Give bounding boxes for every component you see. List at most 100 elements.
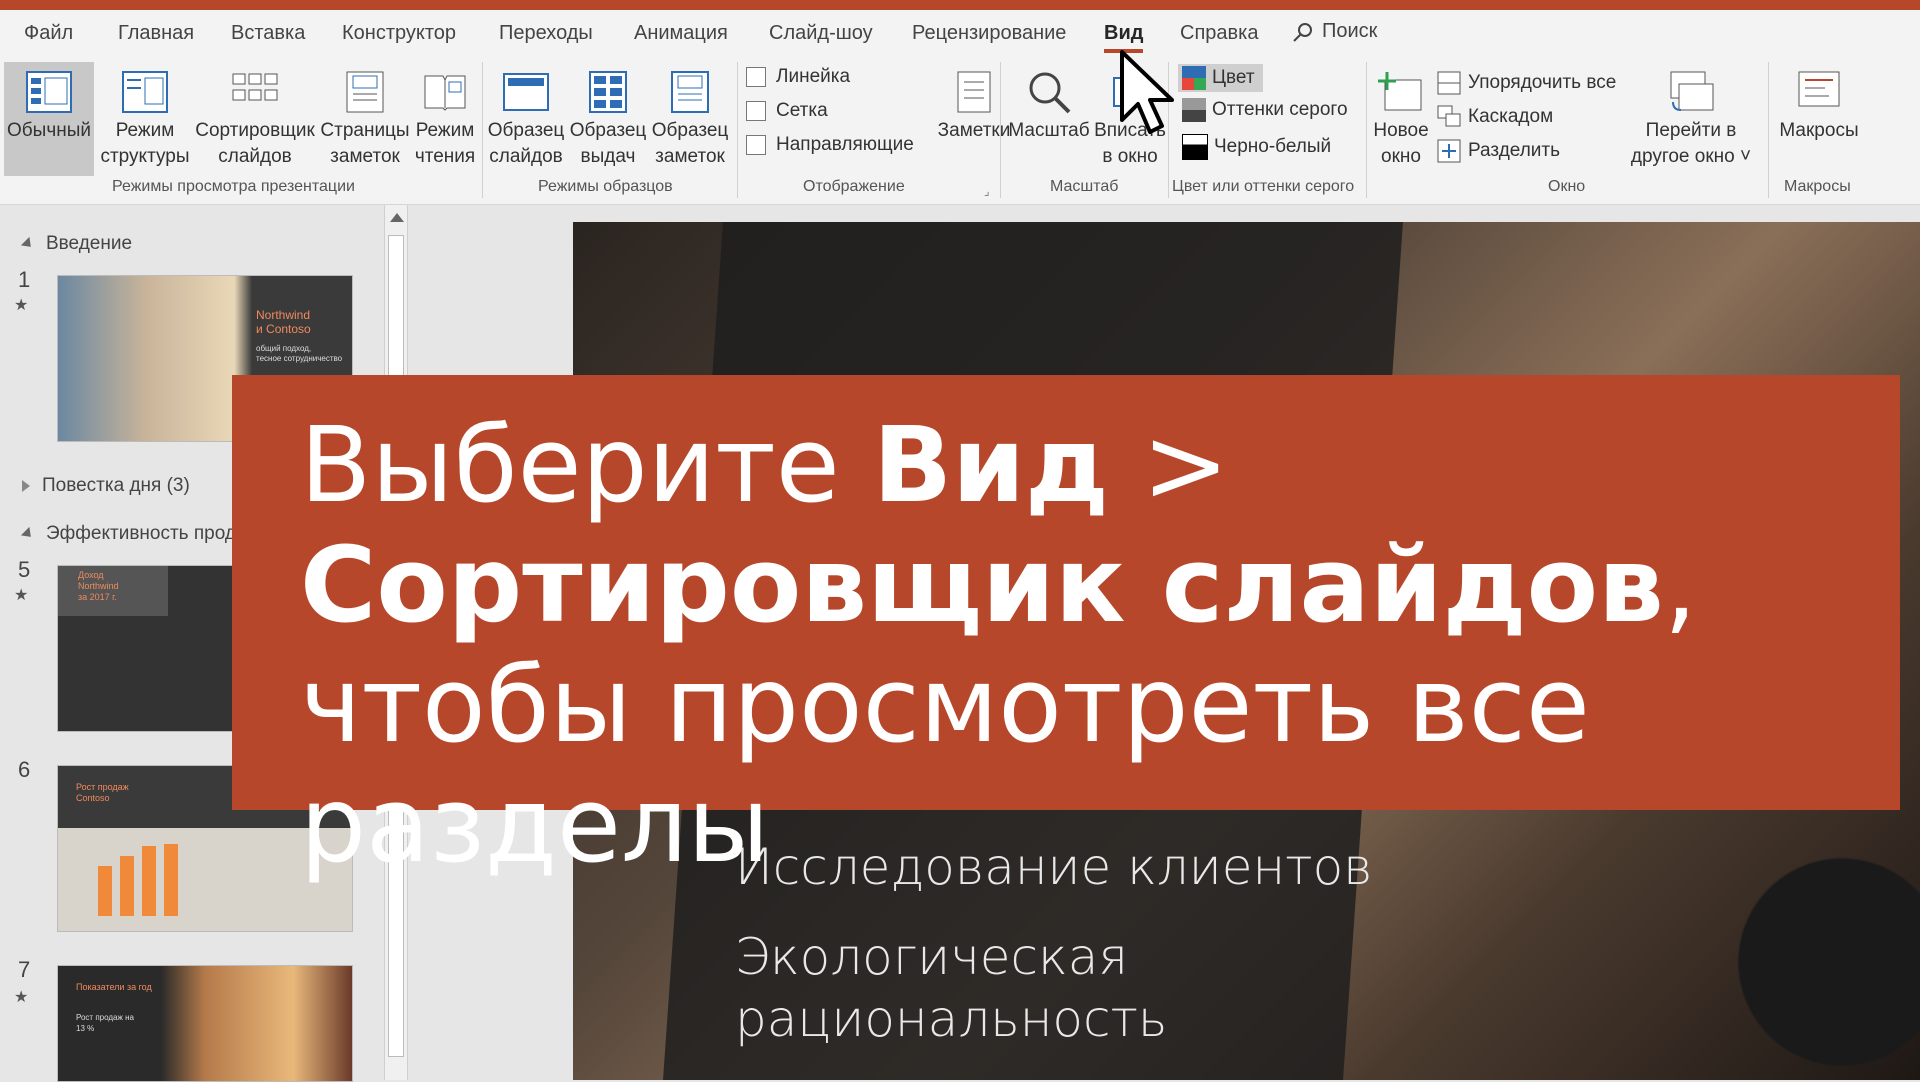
black-white-button[interactable]: Черно-белый [1182, 134, 1331, 160]
normal-view-button[interactable]: Обычный [4, 62, 94, 176]
slide-sorter-label-1: Сортировщик [195, 120, 315, 141]
slide-sorter-button[interactable]: Сортировщик слайдов [190, 62, 320, 170]
handout-master-label-1: Образец [569, 120, 647, 141]
search-icon [1293, 22, 1312, 42]
reading-view-icon [424, 75, 466, 111]
scroll-up-arrow-icon[interactable] [390, 213, 404, 222]
tab-review[interactable]: Рецензирование [912, 22, 1066, 45]
slide-master-button[interactable]: Образец слайдов [486, 62, 566, 170]
handout-master-button[interactable]: Образец выдач [568, 62, 648, 170]
color-button[interactable]: Цвет [1178, 64, 1263, 92]
grid-label: Сетка [776, 100, 828, 121]
grid-checkbox[interactable]: Сетка [746, 100, 828, 122]
collapse-arrow-icon[interactable] [20, 236, 36, 252]
outline-view-button[interactable]: Режим структуры [100, 62, 190, 170]
magnifier-icon [1029, 72, 1071, 114]
callout-text-part: > [1108, 404, 1230, 526]
slide-sorter-icon [232, 73, 278, 101]
callout-text-bold: Вид [872, 404, 1109, 526]
notes-page-icon [346, 71, 384, 113]
notes-page-button[interactable]: Страницы заметок [320, 62, 410, 170]
notes-button[interactable]: Заметки [934, 62, 1014, 144]
section-intro-label: Введение [46, 233, 133, 254]
slide-number: 1 [18, 267, 31, 292]
thumb1-subtitle: общий подход, тесное сотрудничество [256, 344, 343, 363]
tab-transitions[interactable]: Переходы [499, 22, 593, 45]
ruler-checkbox-box[interactable] [746, 67, 766, 87]
thumb7-text: Рост продаж на 13 % [76, 1013, 134, 1033]
slide-sorter-label-2: слайдов [218, 146, 292, 167]
ruler-checkbox[interactable]: Линейка [746, 66, 850, 88]
new-window-button[interactable]: Новое окно [1370, 62, 1432, 170]
guides-checkbox-box[interactable] [746, 135, 766, 155]
tab-home[interactable]: Главная [118, 22, 194, 45]
guides-checkbox[interactable]: Направляющие [746, 134, 914, 156]
slide-thumbnail-7[interactable]: Показатели за год Рост продаж на 13 % [57, 965, 353, 1082]
tab-animations[interactable]: Анимация [634, 22, 728, 45]
notes-icon [957, 71, 991, 113]
group-master-views: Режимы образцов [538, 178, 673, 195]
section-performance[interactable]: Эффективность прода [20, 523, 247, 545]
section-intro[interactable]: Введение [20, 233, 133, 255]
macros-button[interactable]: Макросы [1772, 62, 1866, 144]
thumb1-title: Northwind и Contoso [256, 308, 311, 336]
fit-label-2: в окно [1102, 146, 1158, 167]
ribbon: Обычный Режим структуры Сортировщик слай… [0, 58, 1920, 205]
group-separator [1366, 62, 1367, 198]
group-show: Отображение [803, 178, 905, 195]
callout-text-part: Выберите [300, 404, 873, 526]
animation-star-icon: ★ [14, 587, 29, 604]
group-separator [737, 62, 738, 198]
grid-checkbox-box[interactable] [746, 101, 766, 121]
notes-master-label-1: Образец [651, 120, 729, 141]
ribbon-tabs: Файл Главная Вставка Конструктор Переход… [0, 10, 1920, 58]
group-window: Окно [1548, 178, 1586, 195]
cascade-button[interactable]: Каскадом [1436, 104, 1553, 130]
reading-view-button[interactable]: Режим чтения [410, 62, 480, 170]
tab-view[interactable]: Вид [1104, 22, 1144, 53]
thumb5-title: Доход Northwind за 2017 г. [58, 566, 168, 616]
thumb6-bar [164, 844, 178, 916]
grayscale-button[interactable]: Оттенки серого [1182, 98, 1348, 122]
normal-view-icon [26, 71, 72, 113]
notes-page-label-2: заметок [330, 146, 400, 167]
section-agenda[interactable]: Повестка дня (3) [22, 475, 190, 497]
switch-windows-icon [1670, 71, 1714, 111]
tab-insert[interactable]: Вставка [231, 22, 305, 45]
thumb7-title: Показатели за год [76, 982, 152, 992]
slide-master-label-1: Образец [487, 120, 565, 141]
thumb6-bar [142, 846, 156, 916]
slide-line-2: Экологическая [735, 928, 1128, 986]
switch-windows-button[interactable]: Перейти в другое окно ˅ [1626, 62, 1756, 170]
slide-number: 7 [18, 957, 31, 982]
search-label: Поиск [1322, 20, 1378, 42]
expand-arrow-icon[interactable] [22, 480, 30, 492]
notes-page-label-1: Страницы [320, 120, 410, 141]
split-label: Разделить [1468, 140, 1561, 161]
search-box[interactable]: Поиск [1292, 20, 1377, 43]
dialog-launcher-icon[interactable]: ⌟ [984, 184, 990, 198]
group-color: Цвет или оттенки серого [1172, 178, 1355, 195]
cascade-icon [1437, 105, 1461, 127]
animation-star-icon: ★ [14, 989, 29, 1006]
slide-number: 6 [18, 757, 31, 782]
zoom-button[interactable]: Масштаб [1004, 62, 1094, 144]
tab-design[interactable]: Конструктор [342, 22, 456, 45]
color-label: Цвет [1212, 67, 1255, 88]
tab-help[interactable]: Справка [1180, 22, 1258, 45]
split-button[interactable]: Разделить [1436, 138, 1560, 164]
new-window-label-2: окно [1381, 146, 1421, 167]
group-macros: Макросы [1784, 178, 1851, 195]
grayscale-label: Оттенки серого [1212, 99, 1348, 120]
slide-master-icon [503, 73, 549, 111]
notes-master-label-2: заметок [655, 146, 725, 167]
tab-slideshow[interactable]: Слайд-шоу [769, 22, 873, 45]
tab-file[interactable]: Файл [24, 22, 73, 45]
outline-view-label-2: структуры [100, 146, 190, 167]
collapse-arrow-icon[interactable] [20, 526, 36, 542]
color-swatch-icon [1182, 66, 1206, 90]
switch-windows-label-1: Перейти в [1645, 120, 1737, 141]
handout-master-label-2: выдач [580, 146, 636, 167]
arrange-all-button[interactable]: Упорядочить все [1436, 70, 1616, 96]
notes-master-button[interactable]: Образец заметок [650, 62, 730, 170]
